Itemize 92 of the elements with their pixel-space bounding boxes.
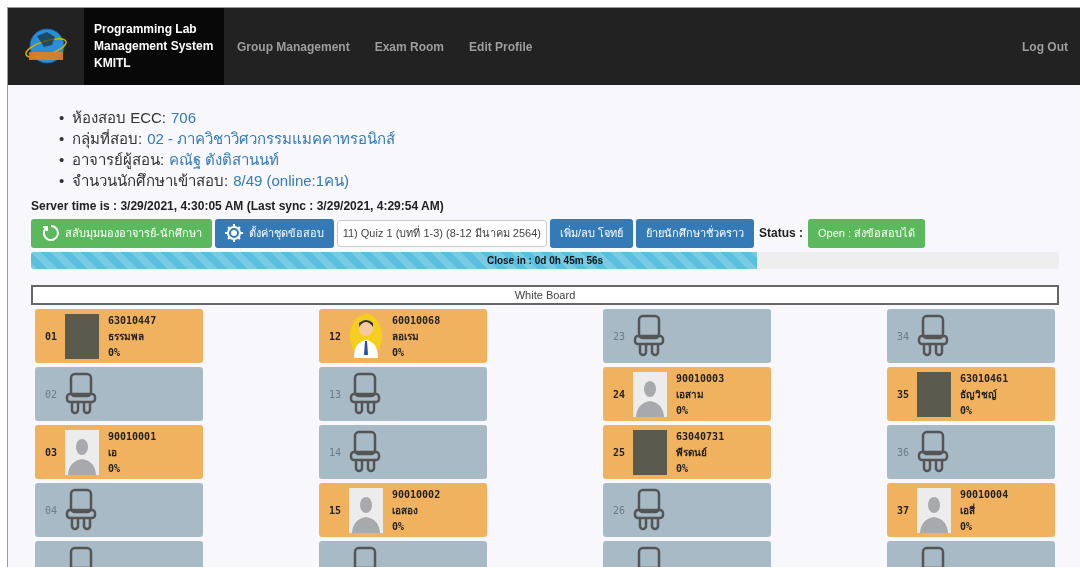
- photo-placeholder: [65, 313, 99, 359]
- info-label: จำนวนนักศึกษาเข้าสอบ:: [72, 170, 229, 191]
- student-name: ลอเรม: [392, 329, 420, 344]
- student-name: เอ: [108, 445, 118, 460]
- bullet: •: [59, 150, 66, 170]
- info-value: 706: [171, 107, 197, 128]
- seat-number: 37: [897, 504, 911, 516]
- progress-percent: 0%: [676, 462, 690, 474]
- chair-icon: [633, 488, 665, 532]
- progress-percent: 0%: [676, 404, 690, 416]
- student-id: 63010461: [960, 372, 1009, 384]
- seat-number: 14: [329, 446, 343, 458]
- photo-placeholder: [633, 429, 667, 475]
- nav-link[interactable]: Edit Profile: [469, 8, 533, 85]
- progress-percent: 0%: [108, 462, 122, 474]
- quiz-select[interactable]: 11) Quiz 1 (บทที่ 1-3) (8-12 มีนาคม 2564): [336, 219, 547, 247]
- student-name: พีรดนย์: [676, 445, 708, 460]
- student-id: 90010001: [108, 430, 157, 442]
- seat-number: 04: [45, 504, 59, 516]
- occupied-seat-card[interactable]: 35 63010461 ธัญวิชญ์ 0%: [887, 367, 1055, 421]
- occupied-seat-card[interactable]: 37 90010004 เอสี่ 0%: [887, 483, 1055, 537]
- bullet: •: [59, 108, 66, 128]
- seat-number: 34: [897, 330, 911, 342]
- info-label: ห้องสอบ ECC:: [72, 107, 166, 128]
- student-id: 63010447: [108, 314, 157, 326]
- progress-percent: 0%: [960, 404, 974, 416]
- student-id: 90010004: [960, 488, 1009, 500]
- settings-icon: [224, 224, 243, 242]
- avatar-cartoon-icon: [349, 313, 383, 359]
- student-name: ธัญวิชญ์: [960, 387, 998, 402]
- progress-percent: 0%: [108, 346, 122, 358]
- seat-number: 35: [897, 388, 911, 400]
- occupied-seat-card[interactable]: 03 90010001 เอ 0%: [35, 425, 203, 479]
- toolbar-button[interactable]: ย้ายนักศึกษาชั่วคราว: [636, 218, 755, 248]
- seat-number: 15: [329, 504, 343, 516]
- student-id: 60010068: [392, 314, 441, 326]
- server-time: Server time is : 3/29/2021, 4:30:05 AM (Last sync : 3/29/2021, 4:29:54 AM): [31, 199, 445, 213]
- occupied-seat-card[interactable]: 01 63010447 ธรรมพล 0%: [35, 309, 203, 363]
- seat-number: 13: [329, 388, 343, 400]
- logout-link[interactable]: Log Out: [1022, 8, 1068, 85]
- toolbar-button[interactable]: เพิ่ม/ลบ โจทย์: [549, 218, 634, 248]
- seat-number: 24: [613, 388, 627, 400]
- student-name: ธรรมพล: [108, 329, 145, 344]
- info-value: คณัฐ ตังติสานนท์: [169, 149, 280, 171]
- student-name: เอสอง: [392, 503, 419, 518]
- timer-label: Close in : 0d 0h 45m 56s: [485, 254, 605, 268]
- avatar-silhouette-icon: [633, 371, 667, 417]
- avatar-silhouette-icon: [65, 429, 99, 475]
- chair-icon: [917, 430, 949, 474]
- progress-percent: 0%: [960, 520, 974, 532]
- occupied-seat-card[interactable]: 12 60010068 ลอเรม 0%: [319, 309, 487, 363]
- info-value: 02 - ภาควิชาวิศวกรรมแมคคาทรอนิกส์: [147, 128, 396, 149]
- bullet: •: [59, 171, 66, 191]
- student-id: 90010002: [392, 488, 441, 500]
- photo-placeholder: [917, 371, 951, 417]
- info-value: 8/49 (online:1คน): [233, 170, 350, 191]
- student-name: เอสี่: [960, 502, 976, 518]
- student-id: 90010003: [676, 372, 725, 384]
- info-label: กลุ่มที่สอบ:: [72, 128, 143, 151]
- chair-icon: [349, 372, 381, 416]
- nav-link[interactable]: Exam Room: [374, 8, 445, 85]
- chair-icon: [349, 430, 381, 474]
- refresh-icon: [41, 224, 59, 242]
- bullet: •: [59, 129, 66, 149]
- occupied-seat-card[interactable]: 25 63040731 พีรดนย์ 0%: [603, 425, 771, 479]
- seat-number: 01: [45, 330, 59, 342]
- chair-icon: [917, 314, 949, 358]
- whiteboard: White Board: [31, 285, 1059, 305]
- chair-icon: [65, 372, 97, 416]
- status-label: Status :: [759, 226, 804, 240]
- seat-number: 26: [613, 504, 627, 516]
- chair-icon: [633, 314, 665, 358]
- nav-link[interactable]: Group Management: [237, 8, 350, 85]
- student-id: 63040731: [676, 430, 725, 442]
- progress-percent: 0%: [392, 346, 406, 358]
- seat-number: 36: [897, 446, 911, 458]
- brand-title[interactable]: Programming Lab Management System KMITL: [84, 8, 224, 85]
- student-name: เอสาม: [676, 387, 705, 402]
- seat-number: 23: [613, 330, 627, 342]
- progress-percent: 0%: [392, 520, 406, 532]
- occupied-seat-card[interactable]: 24 90010003 เอสาม 0%: [603, 367, 771, 421]
- seat-number: 02: [45, 388, 59, 400]
- info-label: อาจารย์ผู้สอน:: [72, 149, 165, 171]
- occupied-seat-card[interactable]: 15 90010002 เอสอง 0%: [319, 483, 487, 537]
- status-badge: Open : ส่งข้อสอบได้: [808, 218, 926, 248]
- seat-number: 03: [45, 446, 59, 458]
- avatar-silhouette-icon: [349, 487, 383, 533]
- toolbar-button[interactable]: ตั้งค่าชุดข้อสอบ: [214, 218, 334, 248]
- seat-number: 12: [329, 330, 343, 342]
- avatar-silhouette-icon: [917, 487, 951, 533]
- chair-icon: [65, 488, 97, 532]
- seat-number: 25: [613, 446, 627, 458]
